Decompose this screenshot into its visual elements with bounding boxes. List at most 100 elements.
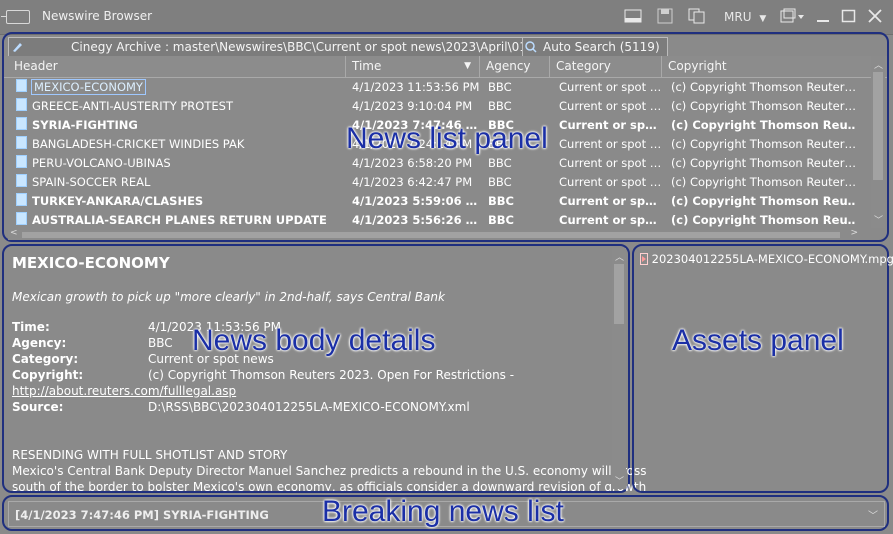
scrollbar-thumb[interactable] bbox=[873, 72, 883, 180]
archive-icon bbox=[13, 43, 22, 52]
cell-copyright: (c) Copyright Thomson Reuters 2... bbox=[671, 213, 856, 227]
scroll-left-icon[interactable]: < bbox=[10, 228, 18, 238]
cell-category: Current or spot n... bbox=[559, 80, 662, 94]
cell-header: SPAIN-SOCCER REAL bbox=[16, 173, 344, 192]
cell-time: 4/1/2023 6:42:47 PM bbox=[352, 175, 473, 189]
title-bar: Newswire Browser MRU ▼ bbox=[0, 0, 893, 35]
mru-menu[interactable]: MRU ▼ bbox=[724, 8, 766, 26]
field-value: D:\RSS\BBC\202304012255LA-MEXICO-ECONOMY… bbox=[148, 400, 470, 414]
cell-category: Current or spot n... bbox=[559, 175, 662, 189]
cell-header: PERU-VOLCANO-UBINAS bbox=[16, 154, 344, 173]
column-header[interactable]: Category bbox=[550, 56, 662, 77]
field-value: Current or spot news bbox=[148, 352, 274, 366]
cell-time: 4/1/2023 6:58:20 PM bbox=[352, 156, 473, 170]
scroll-right-icon[interactable]: > bbox=[850, 228, 858, 238]
news-body-panel: MEXICO-ECONOMY Mexican growth to pick up… bbox=[2, 244, 646, 493]
sort-desc-icon: ▼ bbox=[464, 61, 471, 71]
news-item-icon bbox=[16, 174, 27, 187]
cell-time: 4/1/2023 5:59:06 PM bbox=[352, 194, 480, 208]
cell-copyright: (c) Copyright Thomson Reuters 20... bbox=[671, 80, 856, 94]
copyright-link[interactable]: http://about.reuters.com/fulllegal.asp bbox=[12, 384, 236, 398]
news-item-icon bbox=[16, 155, 27, 168]
close-button[interactable] bbox=[867, 8, 883, 26]
news-item-icon bbox=[16, 136, 27, 149]
chevron-down-icon: ▼ bbox=[759, 14, 767, 24]
asset-filename: 202304012255LA-MEXICO-ECONOMY.mpg bbox=[651, 252, 893, 266]
scroll-down-icon[interactable]: ﹀ bbox=[615, 474, 624, 487]
assets-panel: 202304012255LA-MEXICO-ECONOMY.mpg Assets… bbox=[632, 244, 893, 493]
field-key: Copyright: bbox=[12, 368, 84, 382]
app-icon bbox=[1, 10, 30, 24]
detail-subtitle: Mexican growth to pick up "more clearly"… bbox=[12, 290, 445, 304]
scrollbar-thumb[interactable] bbox=[614, 264, 624, 324]
cell-header: MEXICO-ECONOMY bbox=[16, 78, 344, 97]
column-header[interactable]: Header bbox=[8, 56, 346, 77]
tab-cinegy-archive[interactable]: Cinegy Archive : master\Newswires\BBC\Cu… bbox=[8, 37, 555, 56]
table-row[interactable]: MEXICO-ECONOMY 4/1/2023 11:53:56 PM BBC Cur… bbox=[4, 78, 856, 97]
layout-icon[interactable] bbox=[624, 8, 642, 26]
cell-copyright: (c) Copyright Thomson Reuters 2... bbox=[671, 118, 856, 132]
chevron-down-icon[interactable]: ﹀ bbox=[868, 507, 878, 522]
horizontal-scrollbar[interactable]: < > bbox=[8, 228, 860, 240]
window-layout-icon[interactable] bbox=[780, 8, 806, 26]
scroll-up-icon[interactable]: ︿ bbox=[874, 58, 883, 71]
table-row[interactable]: AUSTRALIA-SEARCH PLANES RETURN UPDATE 4/1… bbox=[4, 211, 856, 230]
field-value: 4/1/2023 11:53:56 PM bbox=[148, 320, 282, 334]
cell-agency: BBC bbox=[488, 175, 512, 189]
cell-copyright: (c) Copyright Thomson Reuters 20... bbox=[671, 156, 856, 170]
cell-agency: BBC bbox=[488, 213, 514, 227]
cell-agency: BBC bbox=[488, 137, 512, 151]
detail-title: MEXICO-ECONOMY bbox=[12, 254, 170, 272]
tab-auto-search[interactable]: Auto Search (5119) bbox=[522, 37, 668, 56]
asset-item[interactable]: 202304012255LA-MEXICO-ECONOMY.mpg bbox=[640, 252, 893, 266]
cell-time: 4/1/2023 7:47:46 PM bbox=[352, 118, 480, 132]
cell-header: BANGLADESH-CRICKET WINDIES PAK bbox=[16, 135, 344, 154]
cell-header: AUSTRALIA-SEARCH PLANES RETURN UPDATE bbox=[16, 211, 344, 230]
scroll-down-icon[interactable]: ﹀ bbox=[874, 213, 883, 226]
tab-label: Cinegy Archive : master\Newswires\BBC\Cu… bbox=[71, 40, 556, 54]
news-header-text: BANGLADESH-CRICKET WINDIES PAK bbox=[32, 137, 245, 151]
column-header-time[interactable]: Time ▼ bbox=[346, 56, 480, 77]
save-icon[interactable] bbox=[657, 8, 673, 26]
table-row[interactable]: SPAIN-SOCCER REAL 4/1/2023 6:42:47 PM BBC C… bbox=[4, 173, 856, 192]
vertical-scrollbar[interactable]: ︿ ﹀ bbox=[871, 56, 885, 228]
cell-header: TURKEY-ANKARA/CLASHES bbox=[16, 192, 344, 211]
field-key: Time: bbox=[12, 320, 50, 334]
column-header-label: Time bbox=[352, 59, 382, 73]
news-header-text: AUSTRALIA-SEARCH PLANES RETURN UPDATE bbox=[32, 213, 327, 227]
field-value: (c) Copyright Thomson Reuters 2023. Open… bbox=[148, 368, 515, 382]
table-row[interactable]: BANGLADESH-CRICKET WINDIES PAK 4/1/2023 7… bbox=[4, 135, 856, 154]
scrollbar-thumb[interactable] bbox=[22, 232, 840, 238]
minimize-button[interactable] bbox=[816, 8, 830, 26]
news-item-icon bbox=[16, 193, 27, 206]
vertical-scrollbar[interactable]: ︿ ﹀ bbox=[612, 248, 626, 489]
copy-icon[interactable] bbox=[688, 8, 706, 26]
scroll-up-icon[interactable]: ︿ bbox=[615, 250, 624, 263]
cell-time: 4/1/2023 5:56:26 PM bbox=[352, 213, 480, 227]
search-icon bbox=[525, 41, 537, 53]
table-row[interactable]: SYRIA-FIGHTING 4/1/2023 7:47:46 PM BBC Curr… bbox=[4, 116, 856, 135]
maximize-button[interactable] bbox=[841, 8, 857, 26]
news-item-icon bbox=[16, 98, 27, 111]
cell-copyright: (c) Copyright Thomson Reuters 20... bbox=[671, 99, 856, 113]
column-header[interactable]: Copyright bbox=[662, 56, 858, 77]
cell-category: Current or spot n... bbox=[559, 156, 662, 170]
column-header[interactable]: Agency bbox=[480, 56, 550, 77]
news-item-icon bbox=[16, 212, 27, 225]
breaking-news-dropdown[interactable]: [4/1/2023 7:47:46 PM] SYRIA-FIGHTING ﹀ bbox=[8, 501, 885, 527]
breaking-news-value: [4/1/2023 7:47:46 PM] SYRIA-FIGHTING bbox=[15, 508, 269, 522]
table-row[interactable]: PERU-VOLCANO-UBINAS 4/1/2023 6:58:20 PM BB… bbox=[4, 154, 856, 173]
cell-category: Current or spot ... bbox=[559, 118, 662, 132]
field-value: BBC bbox=[148, 336, 173, 350]
cell-agency: BBC bbox=[488, 99, 512, 113]
cell-category: Current or spot ... bbox=[559, 213, 662, 227]
breaking-news-panel: [4/1/2023 7:47:46 PM] SYRIA-FIGHTING ﹀ B… bbox=[2, 495, 889, 531]
table-row[interactable]: GREECE-ANTI-AUSTERITY PROTEST 4/1/2023 9:… bbox=[4, 97, 856, 116]
cell-header: GREECE-ANTI-AUSTERITY PROTEST bbox=[16, 97, 344, 116]
table-row[interactable]: TURKEY-ANKARA/CLASHES 4/1/2023 5:59:06 PM… bbox=[4, 192, 856, 211]
tab-label: Auto Search (5119) bbox=[543, 40, 660, 54]
window-title: Newswire Browser bbox=[42, 9, 153, 23]
cell-agency: BBC bbox=[488, 118, 514, 132]
news-item-icon bbox=[16, 117, 27, 130]
cell-category: Current or spot ... bbox=[559, 194, 662, 208]
